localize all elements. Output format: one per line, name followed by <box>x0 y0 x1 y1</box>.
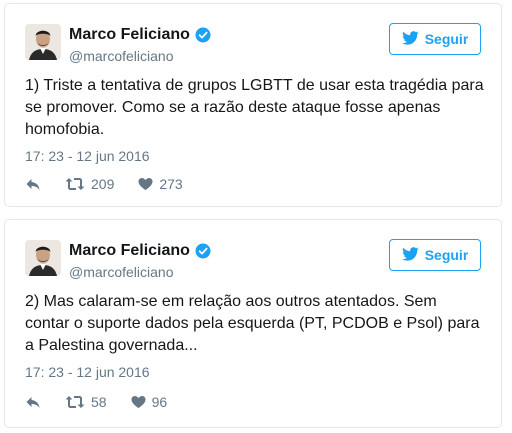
tweet-text: 2) Mas calaram-se em relação aos outros … <box>25 293 480 354</box>
author-name[interactable]: Marco Feliciano <box>69 26 211 44</box>
like-count: 273 <box>159 176 183 192</box>
author-name-text[interactable]: Marco Feliciano <box>69 242 190 260</box>
author-handle[interactable]: @marcofeliciano <box>69 264 173 280</box>
retweet-button[interactable]: 58 <box>65 394 107 410</box>
twitter-bird-icon <box>401 246 419 264</box>
avatar[interactable] <box>25 24 61 60</box>
retweet-icon <box>65 395 85 409</box>
like-button[interactable]: 273 <box>138 176 183 192</box>
retweet-count: 209 <box>91 176 115 192</box>
reply-icon <box>25 395 41 409</box>
author-name-text[interactable]: Marco Feliciano <box>69 26 190 44</box>
tweet-timestamp[interactable]: 17: 23 - 12 jun 2016 <box>25 148 150 164</box>
like-icon <box>131 395 146 409</box>
like-count: 96 <box>151 394 168 410</box>
follow-label: Seguir <box>424 247 469 263</box>
retweet-count: 58 <box>91 394 107 410</box>
author-name[interactable]: Marco Feliciano <box>69 242 211 260</box>
tweet-card-2: Marco Feliciano @marcofeliciano Seguir 2… <box>4 219 502 428</box>
reply-button[interactable] <box>25 395 41 409</box>
twitter-bird-icon <box>401 30 419 48</box>
reply-icon <box>25 177 41 191</box>
tweet-actions: 209 273 <box>25 176 207 192</box>
verified-icon <box>195 243 211 259</box>
retweet-button[interactable]: 209 <box>65 176 114 192</box>
tweet-card-1: Marco Feliciano @marcofeliciano Seguir 1… <box>4 3 502 207</box>
follow-label: Seguir <box>424 31 469 47</box>
tweet-text: 1) Triste a tentativa de grupos LGBTT de… <box>25 77 484 138</box>
verified-icon <box>195 27 211 43</box>
retweet-icon <box>65 177 85 191</box>
like-button[interactable]: 96 <box>131 394 168 410</box>
tweet-actions: 58 96 <box>25 394 191 410</box>
follow-button[interactable]: Seguir <box>389 239 481 271</box>
like-icon <box>138 177 153 191</box>
follow-button[interactable]: Seguir <box>389 23 481 55</box>
reply-button[interactable] <box>25 177 41 191</box>
avatar[interactable] <box>25 240 61 276</box>
author-handle[interactable]: @marcofeliciano <box>69 48 173 64</box>
tweet-timestamp[interactable]: 17: 23 - 12 jun 2016 <box>25 364 150 380</box>
